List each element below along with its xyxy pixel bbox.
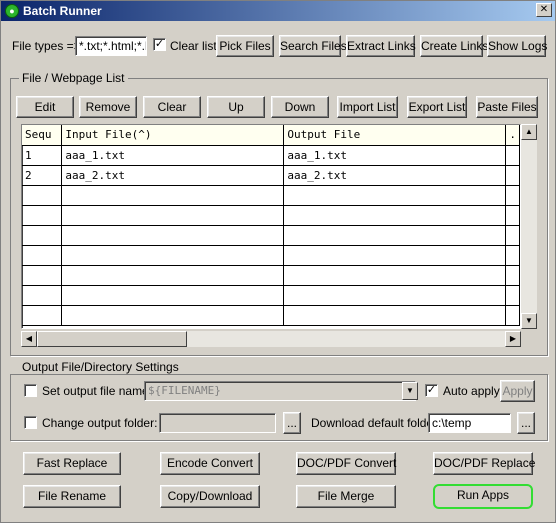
- download-folder-browse-button[interactable]: ...: [517, 412, 535, 434]
- doc-pdf-convert-button[interactable]: DOC/PDF Convert: [296, 452, 396, 475]
- column-header-input-file[interactable]: Input File(^): [61, 125, 285, 146]
- table-row-empty[interactable]: [22, 245, 520, 266]
- encode-convert-button[interactable]: Encode Convert: [160, 452, 260, 475]
- fast-replace-button[interactable]: Fast Replace: [23, 452, 121, 475]
- file-types-input[interactable]: *.txt;*.html;*.ht: [75, 36, 147, 56]
- cell-input-file: aaa_1.txt: [61, 145, 285, 166]
- file-types-label: File types =>: [12, 39, 81, 53]
- horizontal-scroll-thumb[interactable]: [37, 331, 187, 347]
- window-title: Batch Runner: [23, 4, 102, 18]
- up-button[interactable]: Up: [207, 96, 265, 118]
- paste-files-button[interactable]: Paste Files: [476, 96, 538, 118]
- auto-apply-label: Auto apply: [443, 384, 500, 398]
- change-folder-label: Change output folder:: [42, 416, 158, 430]
- output-name-combo[interactable]: ${FILENAME}: [144, 381, 416, 401]
- scroll-right-arrow-icon[interactable]: ▶: [505, 331, 521, 347]
- download-folder-label: Download default folder:: [311, 416, 441, 430]
- file-rename-button[interactable]: File Rename: [23, 485, 121, 508]
- combo-dropdown-arrow-icon[interactable]: ▼: [402, 382, 418, 400]
- table-row[interactable]: 1 aaa_1.txt aaa_1.txt: [22, 145, 520, 166]
- output-settings-group-title: Output File/Directory Settings: [19, 360, 182, 374]
- table-row-empty[interactable]: [22, 225, 520, 246]
- export-list-button[interactable]: Export List: [407, 96, 467, 118]
- show-logs-button[interactable]: Show Logs: [487, 35, 547, 57]
- cell-sequence: 2: [22, 165, 63, 186]
- scroll-left-arrow-icon[interactable]: ◀: [21, 331, 37, 347]
- apply-button[interactable]: Apply: [500, 380, 535, 402]
- table-row-empty[interactable]: [22, 265, 520, 286]
- scroll-up-arrow-icon[interactable]: ▲: [521, 124, 537, 140]
- remove-button[interactable]: Remove: [79, 96, 137, 118]
- set-output-name-checkbox[interactable]: [24, 384, 37, 397]
- auto-apply-checkbox[interactable]: ✓: [425, 384, 438, 397]
- file-list-table[interactable]: Sequ Input File(^) Output File . 1 aaa_1…: [21, 124, 521, 329]
- clear-list-checkbox[interactable]: ✓: [153, 38, 166, 51]
- clear-button[interactable]: Clear: [143, 96, 201, 118]
- extract-links-button[interactable]: Extract Links: [346, 35, 416, 57]
- output-folder-browse-button[interactable]: ...: [283, 412, 301, 434]
- cell-output-file: aaa_1.txt: [283, 145, 507, 166]
- batch-runner-window: ● Batch Runner ✕ File types => *.txt;*.h…: [0, 0, 556, 523]
- file-list-group-title: File / Webpage List: [19, 71, 128, 85]
- cell-output-file: aaa_2.txt: [283, 165, 507, 186]
- cell-extra: [505, 145, 520, 166]
- table-row-empty[interactable]: [22, 285, 520, 306]
- import-list-button[interactable]: Import List: [337, 96, 398, 118]
- pick-files-button[interactable]: Pick Files: [216, 35, 274, 57]
- table-row-empty[interactable]: [22, 185, 520, 206]
- app-icon: ●: [5, 4, 19, 18]
- vertical-scrollbar[interactable]: ▲ ▼: [521, 124, 537, 329]
- download-folder-input[interactable]: c:\temp: [428, 413, 511, 433]
- horizontal-scrollbar[interactable]: ◀ ▶: [21, 331, 521, 347]
- change-folder-checkbox[interactable]: [24, 416, 37, 429]
- set-output-name-label: Set output file name:: [42, 384, 153, 398]
- search-files-button[interactable]: Search Files: [279, 35, 347, 57]
- cell-input-file: aaa_2.txt: [61, 165, 285, 186]
- table-row-empty[interactable]: [22, 305, 520, 326]
- table-row[interactable]: 2 aaa_2.txt aaa_2.txt: [22, 165, 520, 186]
- down-button[interactable]: Down: [271, 96, 329, 118]
- run-apps-button[interactable]: Run Apps: [433, 484, 533, 509]
- doc-pdf-replace-button[interactable]: DOC/PDF Replace: [433, 452, 535, 475]
- table-row-empty[interactable]: [22, 205, 520, 226]
- copy-download-button[interactable]: Copy/Download: [160, 485, 260, 508]
- clear-list-label: Clear list: [170, 39, 217, 53]
- column-header-sequence[interactable]: Sequ: [22, 125, 63, 146]
- column-header-output-file[interactable]: Output File: [283, 125, 507, 146]
- scroll-down-arrow-icon[interactable]: ▼: [521, 313, 537, 329]
- cell-sequence: 1: [22, 145, 63, 166]
- title-bar: ● Batch Runner ✕: [1, 1, 555, 21]
- column-header-extra[interactable]: .: [505, 125, 520, 146]
- cell-extra: [505, 165, 520, 186]
- edit-button[interactable]: Edit: [16, 96, 74, 118]
- output-folder-input[interactable]: [159, 413, 276, 433]
- create-links-button[interactable]: Create Links: [420, 35, 488, 57]
- close-button[interactable]: ✕: [536, 3, 552, 17]
- file-merge-button[interactable]: File Merge: [296, 485, 396, 508]
